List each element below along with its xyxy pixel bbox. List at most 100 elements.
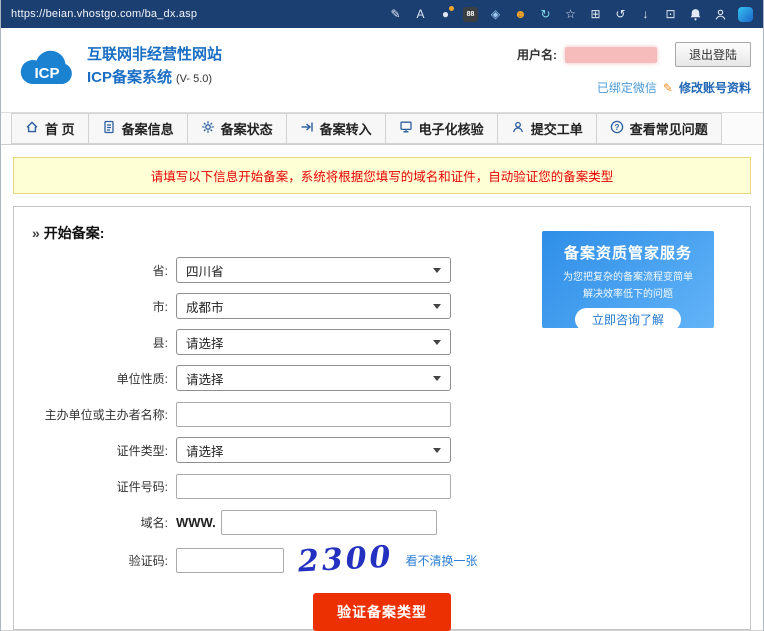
question-icon: ?: [610, 120, 624, 137]
site-title-line1: 互联网非经营性网站: [87, 46, 223, 63]
home-icon: [25, 120, 39, 137]
www-prefix: WWW.: [176, 514, 216, 530]
url-text[interactable]: https://beian.vhostgo.com/ba_dx.asp: [11, 8, 197, 20]
tab-faq[interactable]: ? 查看常见问题: [595, 113, 722, 144]
org-name-label: 主办单位或主办者名称:: [44, 407, 168, 422]
form-row-submit: 验证备案类型: [14, 593, 750, 631]
cert-type-label: 证件类型:: [116, 443, 168, 458]
org-type-select[interactable]: 请选择: [176, 365, 451, 391]
chevron-down-icon: [433, 267, 441, 273]
promo-consult-button[interactable]: 立即咨询了解: [574, 308, 681, 331]
username-label: 用户名:: [516, 48, 557, 62]
form-row-cert-type: 证件类型: 请选择: [14, 437, 750, 463]
notice-banner: 请填写以下信息开始备案，系统将根据您填写的域名和证件，自动验证您的备案类型: [13, 157, 751, 194]
read-aloud-icon[interactable]: A: [413, 7, 428, 22]
form-row-captcha: 验证码: 2300 看不清换一张: [14, 540, 750, 580]
form-row-org-type: 单位性质: 请选择: [14, 365, 750, 391]
browser-toolbar-icons: ✎ A ● 88 ◈ ☻ ↻ ☆ ⊞ ↺ ↓ ⊡: [388, 5, 753, 22]
main-nav: 首 页 备案信息 备案状态 备案转入 电子化核验 提交工单 ? 查看常见问题: [1, 112, 763, 145]
tab-label: 电子化核验: [418, 122, 484, 137]
edit-pencil-icon: ✎: [662, 80, 673, 95]
chevron-down-icon: [433, 375, 441, 381]
tab-label: 备案信息: [121, 122, 174, 137]
cert-number-input[interactable]: [176, 473, 451, 499]
gear-icon: [201, 120, 215, 137]
form-row-cert-number: 证件号码:: [14, 473, 750, 499]
password-extension-icon[interactable]: ●: [438, 5, 454, 22]
apps-icon[interactable]: ⊡: [663, 7, 678, 22]
edit-account-link[interactable]: 修改账号资料: [679, 79, 751, 96]
cert-type-select-value: 请选择: [186, 444, 224, 459]
highlighter-pen-icon[interactable]: ✎: [388, 7, 403, 22]
form-row-domain: 域名: WWW.: [14, 509, 750, 535]
tab-filing-status[interactable]: 备案状态: [186, 113, 287, 144]
tab-label: 首 页: [45, 122, 75, 137]
browser-address-bar: https://beian.vhostgo.com/ba_dx.asp ✎ A …: [1, 0, 763, 28]
username-value-redacted: [564, 46, 657, 63]
tab-filing-transfer[interactable]: 备案转入: [285, 113, 386, 144]
tab-label: 查看常见问题: [629, 122, 708, 137]
logout-button[interactable]: 退出登陆: [674, 42, 751, 67]
site-header: ICP 互联网非经营性网站 ICP备案系统 (V- 5.0) 用户名: 退出登陆 …: [1, 28, 763, 112]
edge-hub-icon[interactable]: [738, 6, 753, 22]
captcha-image[interactable]: 2300: [297, 540, 394, 580]
city-select-value: 成都市: [186, 300, 224, 315]
document-icon: [102, 120, 116, 137]
emoji-extension-icon[interactable]: ☻: [513, 7, 528, 22]
svg-text:?: ?: [614, 123, 619, 132]
chevron-down-icon: [433, 339, 441, 345]
org-name-input[interactable]: [176, 401, 451, 427]
cert-type-select[interactable]: 请选择: [176, 437, 451, 463]
start-filing-panel: » 开始备案: 省: 四川省 市: 成都市 县: 请选择 单位性质: 请选择 主…: [13, 206, 751, 631]
promo-line2: 解决效率低下的问题: [583, 289, 673, 300]
promo-title: 备案资质管家服务: [563, 245, 692, 262]
tab-label: 提交工单: [530, 122, 583, 137]
downloads-icon[interactable]: ↓: [638, 7, 653, 22]
domain-input[interactable]: [220, 509, 437, 535]
refresh-extension-icon[interactable]: ↻: [538, 7, 553, 22]
org-type-label: 单位性质:: [116, 371, 168, 386]
tab-home[interactable]: 首 页: [11, 113, 89, 144]
icp-cloud-logo: ICP: [15, 40, 79, 97]
site-title-line2: ICP备案系统 (V- 5.0): [87, 68, 213, 86]
tab-filing-info[interactable]: 备案信息: [87, 113, 188, 144]
tab-label: 备案状态: [220, 122, 273, 137]
tab-submit-ticket[interactable]: 提交工单: [496, 113, 597, 144]
collections-icon[interactable]: ⊞: [588, 7, 603, 22]
tab-electronic-verify[interactable]: 电子化核验: [384, 113, 498, 144]
title-arrows-icon: »: [32, 225, 40, 241]
chevron-down-icon: [433, 303, 441, 309]
captcha-input[interactable]: [176, 547, 284, 573]
city-label: 市:: [152, 299, 168, 314]
cert-number-label: 证件号码:: [116, 479, 168, 494]
drop-extension-icon[interactable]: ◈: [488, 7, 503, 22]
captcha-label: 验证码:: [128, 553, 168, 568]
org-type-select-value: 请选择: [186, 372, 224, 387]
monitor-icon: [399, 120, 413, 137]
promo-banner: 备案资质管家服务 为您把复杂的备案流程变简单 解决效率低下的问题 立即咨询了解: [542, 231, 714, 331]
verify-filing-type-button[interactable]: 验证备案类型: [313, 593, 451, 631]
county-select[interactable]: 请选择: [176, 329, 451, 355]
screenshot-extension-icon[interactable]: 88: [463, 6, 478, 22]
captcha-refresh-link[interactable]: 看不清换一张: [406, 552, 478, 569]
profile-icon[interactable]: [713, 7, 728, 22]
tab-label: 备案转入: [319, 122, 372, 137]
history-icon[interactable]: ↺: [613, 7, 628, 22]
wechat-bound-link[interactable]: 已绑定微信: [597, 79, 657, 96]
province-select[interactable]: 四川省: [176, 257, 451, 283]
city-select[interactable]: 成都市: [176, 293, 451, 319]
transfer-arrow-icon: [300, 120, 314, 137]
user-icon: [511, 120, 525, 137]
notifications-bell-icon[interactable]: [688, 7, 703, 22]
form-row-org-name: 主办单位或主办者名称:: [14, 401, 750, 427]
province-select-value: 四川省: [186, 264, 224, 279]
site-title: 互联网非经营性网站 ICP备案系统 (V- 5.0): [87, 44, 222, 89]
province-label: 省:: [152, 263, 168, 278]
header-account-area: 用户名: 退出登陆 已绑定微信 ✎ 修改账号资料: [517, 42, 751, 96]
domain-label: 域名:: [140, 515, 168, 530]
version-label: (V- 5.0): [176, 72, 213, 85]
county-select-value: 请选择: [186, 336, 224, 351]
favorites-star-icon[interactable]: ☆: [563, 7, 578, 22]
form-row-county: 县: 请选择: [14, 329, 750, 355]
promo-line1: 为您把复杂的备案流程变简单: [563, 272, 693, 283]
